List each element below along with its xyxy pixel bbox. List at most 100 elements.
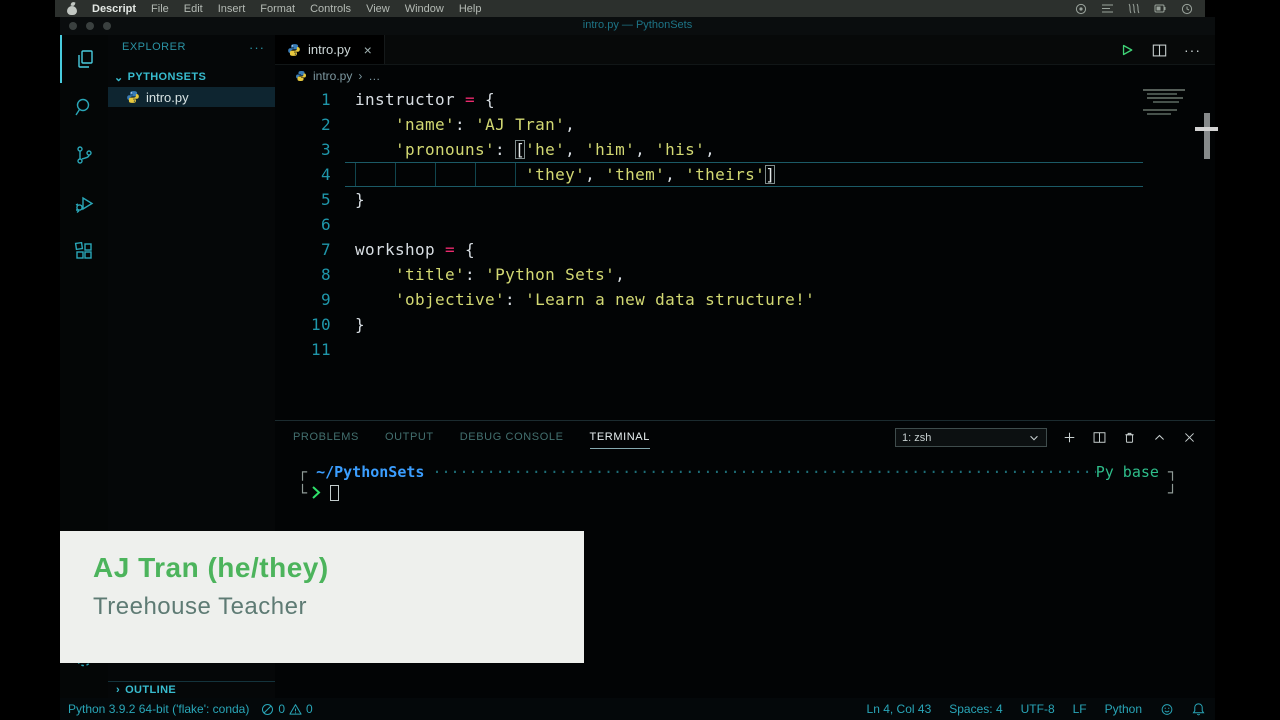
status-ln-4-col-43[interactable]: Ln 4, Col 43	[867, 702, 932, 716]
code-line[interactable]: 9 'objective': 'Learn a new data structu…	[275, 287, 1215, 312]
menu-item-window[interactable]: Window	[405, 3, 444, 15]
explorer-icon[interactable]	[60, 35, 108, 83]
code-line[interactable]: 3 'pronouns': ['he', 'him', 'his',	[275, 137, 1215, 162]
sidebar-file-intro-py[interactable]: intro.py	[108, 87, 275, 107]
panel-tab-terminal[interactable]: TERMINAL	[590, 431, 650, 449]
maximize-panel-icon[interactable]	[1152, 430, 1167, 445]
breadcrumb[interactable]: intro.py › …	[275, 65, 1215, 86]
line-number: 6	[275, 212, 331, 237]
notifications-bell-icon[interactable]	[1192, 702, 1205, 716]
menu-item-controls[interactable]: Controls	[310, 3, 351, 15]
code-line[interactable]: 1 instructor = {	[275, 87, 1215, 112]
menu-item-format[interactable]: Format	[260, 3, 295, 15]
outline-section[interactable]: › OUTLINE	[108, 681, 275, 698]
menu-bar: Descript File Edit Insert Format Controls Vie…	[55, 0, 1205, 17]
apple-icon[interactable]	[67, 3, 77, 15]
panel-tab-output[interactable]: OUTPUT	[385, 431, 434, 449]
code-text: 'objective': 'Learn a new data structure…	[345, 287, 1143, 312]
menu-item-file[interactable]: File	[151, 3, 169, 15]
window-title: intro.py — PythonSets	[60, 19, 1215, 31]
kill-terminal-trash-icon[interactable]	[1122, 430, 1137, 445]
editor-more-actions-icon[interactable]: ···	[1184, 42, 1201, 58]
code-line[interactable]: 6	[275, 212, 1215, 237]
feedback-smiley-icon[interactable]	[1160, 703, 1174, 716]
line-number: 9	[275, 287, 331, 312]
shell-select-value: 1: zsh	[902, 432, 1022, 444]
editor-scrollbar[interactable]	[1204, 113, 1210, 159]
code-line[interactable]: 11	[275, 337, 1215, 362]
code-line[interactable]: 2 'name': 'AJ Tran',	[275, 112, 1215, 137]
split-editor-icon[interactable]	[1151, 42, 1168, 59]
line-number: 7	[275, 237, 331, 262]
terminal-content[interactable]: ┌ ~/PythonSets ·························…	[298, 461, 1177, 503]
tab-bar: intro.py × ···	[275, 35, 1215, 65]
new-terminal-icon[interactable]	[1062, 430, 1077, 445]
panel-tab-problems[interactable]: PROBLEMS	[293, 431, 359, 449]
presenter-name: AJ Tran (he/they)	[93, 552, 584, 584]
audio-waves-icon[interactable]	[1128, 3, 1140, 14]
code-text: 'they', 'them', 'theirs']	[345, 162, 1143, 187]
line-number: 2	[275, 112, 331, 137]
display-settings-icon[interactable]	[1101, 3, 1114, 14]
menu-status-icons	[1075, 3, 1193, 15]
menu-item-help[interactable]: Help	[459, 3, 482, 15]
close-panel-icon[interactable]	[1182, 430, 1197, 445]
code-line[interactable]: 7workshop = {	[275, 237, 1215, 262]
python-interpreter-status[interactable]: Python 3.9.2 64-bit ('flake': conda)	[68, 702, 249, 716]
status-python[interactable]: Python	[1105, 702, 1142, 716]
close-tab-icon[interactable]: ×	[364, 42, 372, 58]
lower-third-card: AJ Tran (he/they) Treehouse Teacher	[60, 531, 584, 663]
code-text	[345, 212, 1143, 237]
line-number: 1	[275, 87, 331, 112]
prompt-frame-top-left: ┌	[298, 463, 307, 481]
python-file-icon	[126, 90, 140, 104]
chevron-down-icon: ⌄	[114, 71, 124, 84]
breadcrumb-file[interactable]: intro.py	[313, 69, 352, 83]
code-text: }	[345, 187, 1143, 212]
line-number: 10	[275, 312, 331, 337]
project-folder-label: PYTHONSETS	[128, 71, 207, 83]
tab-intro-py[interactable]: intro.py ×	[275, 35, 385, 64]
code-line[interactable]: 10}	[275, 312, 1215, 337]
terminal-cursor[interactable]	[330, 485, 339, 501]
prompt-frame-bottom-left: └	[298, 484, 307, 502]
battery-icon[interactable]	[1154, 3, 1167, 14]
terminal-shell-select[interactable]: 1: zsh	[895, 428, 1047, 447]
tab-label: intro.py	[308, 42, 351, 57]
menu-item-edit[interactable]: Edit	[184, 3, 203, 15]
problems-status[interactable]: 0 0	[261, 702, 312, 716]
window-title-bar: intro.py — PythonSets	[60, 17, 1215, 35]
menu-app-name[interactable]: Descript	[92, 3, 136, 15]
status-lf[interactable]: LF	[1073, 702, 1087, 716]
prompt-filler-dots: ········································…	[424, 463, 1095, 481]
sidebar-project-folder[interactable]: ⌄ PYTHONSETS	[108, 67, 275, 87]
extensions-icon[interactable]	[60, 227, 108, 275]
screen-record-icon[interactable]	[1075, 3, 1087, 15]
code-line[interactable]: 5}	[275, 187, 1215, 212]
explorer-more-icon[interactable]: ···	[249, 40, 265, 55]
source-control-icon[interactable]	[60, 131, 108, 179]
minimap[interactable]	[1143, 87, 1197, 147]
split-terminal-icon[interactable]	[1092, 430, 1107, 445]
search-icon[interactable]	[60, 83, 108, 131]
menu-item-insert[interactable]: Insert	[218, 3, 246, 15]
run-file-button[interactable]	[1117, 41, 1135, 59]
code-text: instructor = {	[345, 87, 1143, 112]
breadcrumb-more[interactable]: …	[368, 69, 380, 83]
line-number: 5	[275, 187, 331, 212]
menu-item-view[interactable]: View	[366, 3, 390, 15]
run-debug-icon[interactable]	[60, 179, 108, 227]
status-utf-8[interactable]: UTF-8	[1021, 702, 1055, 716]
panel-tab-debug-console[interactable]: DEBUG CONSOLE	[460, 431, 564, 449]
explorer-title: EXPLORER	[122, 41, 186, 53]
status-spaces-4[interactable]: Spaces: 4	[949, 702, 1002, 716]
code-line[interactable]: 8 'title': 'Python Sets',	[275, 262, 1215, 287]
code-line[interactable]: 4 'they', 'them', 'theirs']	[275, 162, 1215, 187]
code-lines[interactable]: 1 instructor = {2 'name': 'AJ Tran',3 'pr…	[275, 87, 1215, 362]
code-text: 'pronouns': ['he', 'him', 'his',	[345, 137, 1143, 162]
code-text	[345, 337, 1143, 362]
clock-icon[interactable]	[1181, 3, 1193, 15]
prompt-path: ~/PythonSets	[316, 463, 424, 481]
line-number: 4	[275, 162, 331, 187]
screen: Descript File Edit Insert Format Controls Vie…	[0, 0, 1280, 720]
